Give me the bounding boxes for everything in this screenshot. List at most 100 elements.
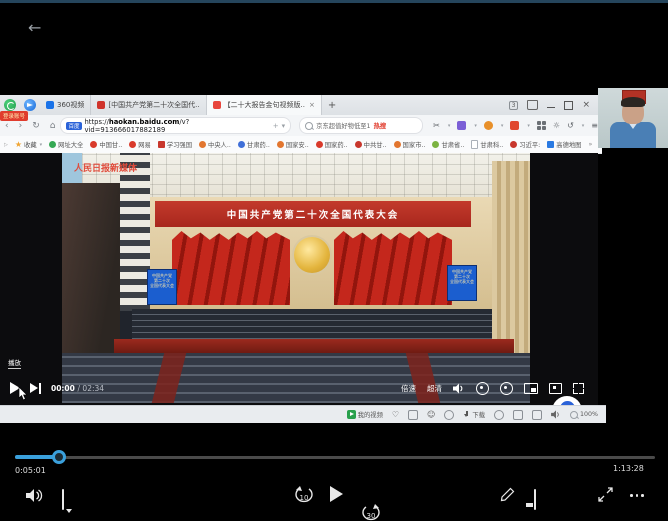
bookmark-favicon xyxy=(277,141,284,148)
translate-extension-icon[interactable] xyxy=(457,121,466,130)
tab-report-video[interactable]: 【二十大报告金句视频版.. × xyxy=(207,95,322,115)
bookmark-item[interactable]: 中共甘.. xyxy=(355,140,387,149)
shield-extension-icon[interactable] xyxy=(484,121,493,130)
url-address-bar[interactable]: 百度 https://haokan.baidu.com/v?vid=913666… xyxy=(60,117,291,134)
restore-button[interactable] xyxy=(564,101,573,110)
url-actions[interactable]: + ▾ xyxy=(273,122,285,130)
fullscreen-button[interactable] xyxy=(598,487,613,506)
tab-favicon xyxy=(213,101,221,109)
inner-next-button[interactable] xyxy=(30,383,41,394)
bookmark-item[interactable]: 国家市.. xyxy=(394,140,426,149)
menu-icon[interactable]: ≡ xyxy=(591,121,598,130)
inner-volume-icon[interactable] xyxy=(453,383,465,394)
apps-grid-icon[interactable] xyxy=(537,121,546,130)
web-fullscreen-button[interactable] xyxy=(549,383,562,394)
seek-handle[interactable] xyxy=(52,450,66,464)
hot-search-label[interactable]: 热搜 xyxy=(374,121,387,130)
mute-icon[interactable] xyxy=(551,410,561,419)
bookmark-item[interactable]: 习近平: xyxy=(510,140,540,149)
video-content[interactable]: 中国共产党第二十次全国代表大会 中国共产党 第二十次 全国代表大会 中国共产党 … xyxy=(62,153,530,403)
bookmark-item[interactable]: 国家安.. xyxy=(277,140,309,149)
browser-logo-icon[interactable] xyxy=(4,99,16,111)
rewind-10-button[interactable]: 10 xyxy=(293,486,315,504)
collapse-icon[interactable]: ▷ xyxy=(4,142,8,148)
emoticon-icon[interactable]: ☺ xyxy=(427,410,435,419)
search-engine-badge[interactable]: 百度 xyxy=(66,122,81,130)
bookmark-favicon xyxy=(129,141,136,148)
back-button[interactable]: ← xyxy=(28,20,41,36)
tab-close-icon[interactable]: × xyxy=(309,101,315,109)
ink-draw-button[interactable] xyxy=(500,487,515,506)
bookmark-item[interactable]: 甘肃科.. xyxy=(471,140,503,149)
side-screen-left: 中国共产党 第二十次 全国代表大会 xyxy=(147,269,177,305)
refresh-icon[interactable]: ↻ xyxy=(32,121,40,131)
play-button[interactable] xyxy=(330,486,343,502)
bookmark-item[interactable]: 网址大全 xyxy=(49,140,83,149)
nav-forward-icon[interactable]: › xyxy=(19,121,23,131)
bookmark-favorites[interactable]: ★收藏▾ xyxy=(15,140,42,149)
speed-button[interactable]: 倍速 xyxy=(401,383,416,394)
caret-icon: ▾ xyxy=(501,123,504,129)
zoom-level: 100% xyxy=(580,411,598,418)
reader-mode-icon[interactable] xyxy=(513,410,523,420)
page-zoom-control[interactable]: 100% xyxy=(570,411,598,419)
favorite-icon[interactable]: + xyxy=(273,122,279,130)
tab-congress-video[interactable]: [中国共产党第二十次全国代.. xyxy=(91,95,206,115)
url-dropdown-icon[interactable]: ▾ xyxy=(282,122,286,130)
theme-sun-icon[interactable]: ☼ xyxy=(553,121,560,130)
subtitles-button[interactable] xyxy=(62,490,64,509)
bookmark-item[interactable]: 网易 xyxy=(129,140,151,149)
nav-back-icon[interactable]: ‹ xyxy=(5,121,9,131)
navigation-site-icon[interactable] xyxy=(24,99,36,111)
mini-player-button[interactable] xyxy=(534,490,536,509)
url-text: https://haokan.baidu.com/v?vid=913666017… xyxy=(85,118,270,134)
forward-30-button[interactable]: 30 xyxy=(360,504,382,521)
seek-bar-track[interactable] xyxy=(15,456,655,459)
popup-blocker-icon[interactable] xyxy=(408,410,418,420)
fullscreen-button[interactable] xyxy=(573,383,584,394)
side-screen-right: 中国共产党 第二十次 全国代表大会 xyxy=(447,265,477,301)
picture-in-picture-button[interactable] xyxy=(524,383,538,394)
subtitles-icon xyxy=(62,489,64,510)
skin-theme-icon[interactable] xyxy=(527,100,538,110)
download-button[interactable]: 下载 xyxy=(463,410,485,419)
undo-restore-icon[interactable]: ↺ xyxy=(567,121,574,130)
bookmark-item[interactable]: 高德地图 xyxy=(547,140,581,149)
minimize-button[interactable] xyxy=(547,107,555,108)
bookmark-item[interactable]: 中央人.. xyxy=(199,140,231,149)
home-icon[interactable]: ⌂ xyxy=(50,121,56,131)
bookmark-item[interactable]: 国家药.. xyxy=(316,140,348,149)
bookmark-item[interactable]: 学习强国 xyxy=(158,140,192,149)
tab-label: 360视频 xyxy=(57,100,84,110)
my-video-button[interactable]: 我的视频 xyxy=(347,410,383,419)
multi-window-icon[interactable] xyxy=(532,410,542,420)
new-tab-button[interactable]: + xyxy=(328,100,336,111)
zoom-magnifier-icon xyxy=(570,411,578,419)
tab-360-video[interactable]: 360视频 xyxy=(40,95,91,115)
quality-button[interactable]: 超清 xyxy=(427,383,442,394)
bookmark-item[interactable]: 甘肃药.. xyxy=(238,140,270,149)
bookmark-label: 中共甘.. xyxy=(364,140,387,149)
bookmark-favicon xyxy=(547,141,554,148)
star-icon: ★ xyxy=(15,140,22,149)
bookmark-item[interactable]: 中国甘.. xyxy=(90,140,122,149)
screenshot-button[interactable] xyxy=(476,382,489,395)
cast-button[interactable] xyxy=(500,382,513,395)
party-emblem xyxy=(294,237,330,273)
login-account-badge[interactable]: 登录账号 xyxy=(0,111,28,121)
bookmark-favicon xyxy=(90,141,97,148)
bookmarks-overflow-icon[interactable]: » xyxy=(588,141,592,148)
bookmark-item[interactable]: 甘肃省.. xyxy=(432,140,464,149)
browser-search-box[interactable]: 京东超值好物低至1 热搜 xyxy=(299,117,423,134)
screenshot-scissors-icon[interactable]: ✂ xyxy=(433,121,440,130)
game-extension-icon[interactable] xyxy=(510,121,519,130)
volume-button[interactable] xyxy=(26,488,44,507)
download-count-badge[interactable]: 3 xyxy=(509,101,519,110)
more-options-button[interactable] xyxy=(630,494,644,497)
close-button[interactable]: × xyxy=(582,100,590,110)
game-mode-icon[interactable] xyxy=(444,410,454,420)
hall-window-pillar xyxy=(120,153,150,311)
favorite-heart-icon[interactable]: ♡ xyxy=(392,410,399,419)
video-page: 中国共产党第二十次全国代表大会 中国共产党 第二十次 全国代表大会 中国共产党 … xyxy=(0,153,598,405)
ad-filter-icon[interactable] xyxy=(494,410,504,420)
